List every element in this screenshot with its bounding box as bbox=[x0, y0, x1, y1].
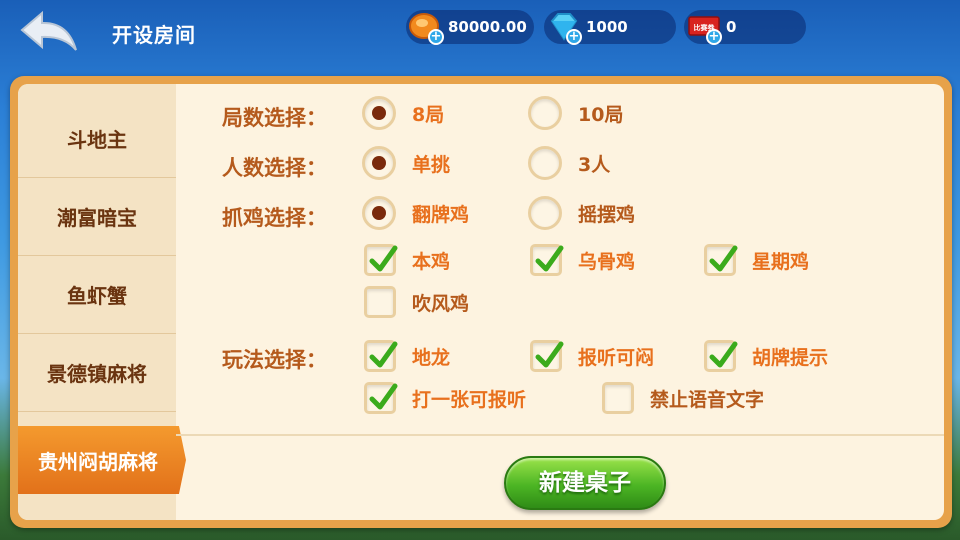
diamond-icon: + bbox=[546, 11, 582, 45]
check-chuifengji-label: 吹风鸡 bbox=[412, 292, 470, 315]
radio-unselected[interactable] bbox=[528, 196, 562, 230]
page-title: 开设房间 bbox=[112, 23, 196, 47]
check-dayizhang[interactable]: 打一张可报听 bbox=[364, 382, 526, 414]
top-bar: 开设房间 + 80000.00 + 1000 比赛券 + 0 bbox=[0, 0, 960, 64]
checkbox-unchecked[interactable] bbox=[602, 382, 634, 414]
rounds-label: 局数选择： bbox=[222, 106, 327, 130]
sidebar-item-jingdezhen[interactable]: 景德镇麻将 bbox=[18, 334, 176, 412]
radio-unselected[interactable] bbox=[528, 146, 562, 180]
sidebar-item-doudizhu[interactable]: 斗地主 bbox=[18, 100, 176, 178]
check-dayizhang-label: 打一张可报听 bbox=[412, 388, 527, 411]
rounds-option-10-label: 10局 bbox=[578, 103, 624, 126]
check-benji[interactable]: 本鸡 bbox=[364, 244, 450, 276]
radio-selected[interactable] bbox=[362, 146, 396, 180]
sidebar-item-guizhou-active[interactable]: 贵州闷胡麻将 bbox=[18, 426, 186, 494]
diamond-counter[interactable]: + 1000 bbox=[544, 10, 676, 45]
radio-selected[interactable] bbox=[362, 96, 396, 130]
add-coin-icon[interactable]: + bbox=[428, 29, 444, 45]
check-xingqiji[interactable]: 星期鸡 bbox=[704, 244, 809, 276]
players-option-3[interactable]: 3人 bbox=[528, 146, 610, 180]
check-chuifengji[interactable]: 吹风鸡 bbox=[364, 286, 469, 318]
add-diamond-icon[interactable]: + bbox=[566, 29, 582, 45]
check-jinzhi-yuyin[interactable]: 禁止语音文字 bbox=[602, 382, 764, 414]
check-jinzhi-yuyin-label: 禁止语音文字 bbox=[650, 388, 765, 411]
checkbox-checked[interactable] bbox=[364, 340, 398, 372]
chicken-option-fanpai-label: 翻牌鸡 bbox=[412, 203, 470, 226]
add-ticket-icon[interactable]: + bbox=[706, 29, 722, 45]
create-room-panel: 斗地主 潮富暗宝 鱼虾蟹 景德镇麻将 贵州闷胡麻将 局数选择： 8局 10局 人… bbox=[10, 76, 952, 528]
diamond-value: 1000 bbox=[586, 18, 628, 36]
chicken-option-yaobai-label: 摇摆鸡 bbox=[578, 203, 636, 226]
rounds-option-10[interactable]: 10局 bbox=[528, 96, 623, 130]
check-baoting-label: 报听可闷 bbox=[578, 346, 655, 369]
coin-icon: + bbox=[408, 11, 444, 45]
checkbox-checked[interactable] bbox=[530, 340, 564, 372]
rounds-option-8[interactable]: 8局 bbox=[362, 96, 444, 130]
radio-unselected[interactable] bbox=[528, 96, 562, 130]
radio-selected[interactable] bbox=[362, 196, 396, 230]
coin-value: 80000.00 bbox=[448, 18, 527, 36]
checkbox-checked[interactable] bbox=[704, 340, 738, 372]
players-label: 人数选择： bbox=[222, 156, 327, 180]
create-table-button[interactable]: 新建桌子 bbox=[504, 456, 666, 510]
sidebar-item-chaofu[interactable]: 潮富暗宝 bbox=[18, 178, 176, 256]
checkmark-icon bbox=[369, 383, 398, 410]
checkbox-unchecked[interactable] bbox=[364, 286, 396, 318]
rounds-option-8-label: 8局 bbox=[412, 103, 445, 126]
checkmark-icon bbox=[369, 245, 398, 272]
options-area: 局数选择： 8局 10局 人数选择： 单挑 3人 抓鸡选择： 翻牌鸡 摇摆鸡 本… bbox=[176, 84, 944, 520]
checkbox-checked[interactable] bbox=[704, 244, 738, 276]
check-baoting[interactable]: 报听可闷 bbox=[530, 340, 654, 372]
checkbox-checked[interactable] bbox=[530, 244, 564, 276]
check-wuguji[interactable]: 乌骨鸡 bbox=[530, 244, 635, 276]
checkmark-icon bbox=[369, 341, 398, 368]
check-dilong[interactable]: 地龙 bbox=[364, 340, 450, 372]
check-xingqiji-label: 星期鸡 bbox=[752, 250, 810, 273]
checkmark-icon bbox=[535, 341, 564, 368]
check-dilong-label: 地龙 bbox=[412, 346, 451, 369]
coin-counter[interactable]: + 80000.00 bbox=[406, 10, 534, 45]
check-hupai-tishi-label: 胡牌提示 bbox=[752, 346, 829, 369]
ticket-counter[interactable]: 比赛券 + 0 bbox=[684, 10, 806, 45]
check-benji-label: 本鸡 bbox=[412, 250, 451, 273]
check-wuguji-label: 乌骨鸡 bbox=[578, 250, 636, 273]
ticket-value: 0 bbox=[726, 18, 737, 36]
players-option-solo[interactable]: 单挑 bbox=[362, 146, 450, 180]
divider bbox=[176, 434, 944, 436]
checkmark-icon bbox=[535, 245, 564, 272]
play-label: 玩法选择： bbox=[222, 348, 327, 372]
players-option-solo-label: 单挑 bbox=[412, 153, 451, 176]
back-arrow-icon bbox=[20, 10, 77, 51]
back-button[interactable] bbox=[18, 10, 80, 54]
chicken-option-yaobai[interactable]: 摇摆鸡 bbox=[528, 196, 635, 230]
chicken-label: 抓鸡选择： bbox=[222, 206, 327, 230]
players-option-3-label: 3人 bbox=[578, 153, 611, 176]
sidebar-item-yuxiaxie[interactable]: 鱼虾蟹 bbox=[18, 256, 176, 334]
checkbox-checked[interactable] bbox=[364, 382, 398, 414]
checkbox-checked[interactable] bbox=[364, 244, 398, 276]
checkmark-icon bbox=[709, 245, 738, 272]
chicken-option-fanpai[interactable]: 翻牌鸡 bbox=[362, 196, 469, 230]
panel-body: 斗地主 潮富暗宝 鱼虾蟹 景德镇麻将 贵州闷胡麻将 局数选择： 8局 10局 人… bbox=[18, 84, 944, 520]
ticket-icon: 比赛券 + bbox=[686, 11, 722, 45]
check-hupai-tishi[interactable]: 胡牌提示 bbox=[704, 340, 828, 372]
checkmark-icon bbox=[709, 341, 738, 368]
